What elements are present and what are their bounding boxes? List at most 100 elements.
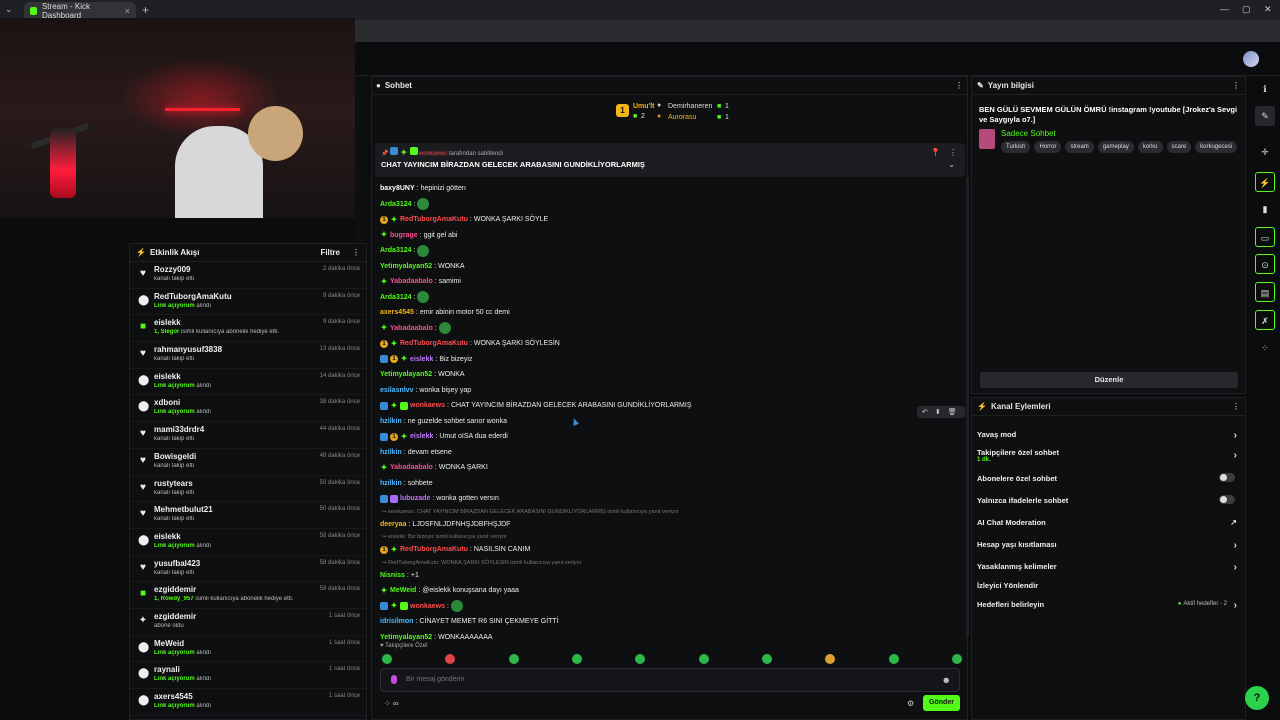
chat-username[interactable]: lubuzade [400,495,430,502]
stream-tag[interactable]: scare [1166,141,1192,153]
activity-item[interactable]: ⬤ xdboni Link açıyorum alındı 38 dakika önc… [130,395,366,423]
stream-tag[interactable]: korkugecesi [1195,141,1238,153]
maximize-icon[interactable]: ▢ [1242,4,1251,15]
activity-item[interactable]: ♥ mami33drdr4 kanalı takip etti 44 dakika ö… [130,422,366,449]
ai-moderation-row[interactable]: AI Chat Moderation ↗ [977,518,1239,527]
chat-username[interactable]: Arda3124 [380,294,412,301]
close-window-icon[interactable]: ✕ [1264,4,1272,15]
unpin-icon[interactable]: 📍 [931,148,941,157]
emote-button[interactable] [825,654,836,664]
activity-item[interactable]: ⬤ MeWeid Link açıyorum alındı 1 saat önce [130,636,366,663]
emote-button[interactable] [445,654,456,664]
chat-username[interactable]: hzilkin [380,418,402,425]
stream-tag[interactable]: korku [1137,141,1163,153]
emote-button[interactable] [382,654,392,664]
stream-tag[interactable]: Horror [1034,141,1062,153]
chat-message[interactable]: ✦ Yabadaabalo: samimi [380,274,962,290]
chat-message[interactable]: Yetimyalayan52: WONKA [380,259,962,275]
age-limit-row[interactable]: Hesap yaşı kısıtlaması › [977,540,1239,551]
chat-username[interactable]: Arda3124 [380,247,412,254]
reply-context[interactable]: ↪ eislekk: Biz bizeyiz isimli kullanıcıy… [380,532,962,542]
activity-item[interactable]: ✦ ezgiddemir abone oldu 1 saat önce [130,609,366,636]
stream-tag[interactable]: Turkish [1001,141,1031,153]
broadcast-icon[interactable]: ⊙ [1255,254,1275,274]
emote-button[interactable] [508,654,519,664]
send-button[interactable]: Gönder [923,695,960,711]
pencil-icon[interactable]: ✎ [1255,106,1275,126]
chat-username[interactable]: Yabadaabalo [390,325,433,332]
emoji-picker-icon[interactable]: ☻ [942,675,951,685]
emote-button[interactable] [761,654,772,664]
info-icon[interactable]: ℹ [1255,79,1275,99]
activity-item[interactable]: ⬤ eislekk Link açıyorum alındı 58 dakika ön… [130,529,366,556]
more-icon[interactable]: ⋮ [949,148,957,157]
chat-options-icon[interactable]: ⋮ [955,81,963,90]
gift-leaderboard[interactable]: 1 Umu'lt ■ 2 ● Demirhaneren ■ 1 ● Aurora… [614,101,734,125]
chat-message[interactable]: baxy8UNY: hepinizi götten [380,181,962,197]
chat-username[interactable]: wonkaews [410,402,445,409]
microphone-icon[interactable] [391,675,397,684]
slow-mode-row[interactable]: Yavaş mod › [977,430,1239,441]
chat-input[interactable]: Bir mesaj gönderin ☻ [380,668,960,692]
chat-username[interactable]: Yabadaabalo [390,278,433,285]
lightning-icon[interactable]: ⚡ [1255,172,1275,192]
minimize-icon[interactable]: — [1220,4,1229,14]
chat-username[interactable]: baxy8UNY [380,185,415,192]
chat-username[interactable]: axers4545 [380,309,414,316]
stream-video-preview[interactable] [0,18,355,218]
chevron-down-icon[interactable]: ⌄ [948,160,955,169]
chat-message[interactable]: ✦ bugrage: ggit gel abi [380,228,962,244]
emote-button[interactable] [951,654,962,664]
chat-username[interactable]: eislekk [410,356,433,363]
chat-username[interactable]: Yetimyalayan52 [380,634,432,641]
channel-actions-options-icon[interactable]: ⋮ [1232,402,1240,411]
chat-message[interactable]: hzilkin: ne guzelde sohbet sarıor wonka [380,414,962,430]
help-button[interactable]: ? [1245,686,1269,710]
chat-username[interactable]: wonkaews [410,603,445,610]
activity-item[interactable]: ♥ rustytears kanalı takip etti 50 dakika ön… [130,476,366,503]
document-icon[interactable]: ▮ [1255,199,1275,219]
chat-message[interactable]: 1 ✦ eislekk: Biz bizeyiz [380,352,962,368]
stream-info-options-icon[interactable]: ⋮ [1232,81,1240,90]
chat-scrollbar[interactable] [966,177,969,637]
chat-message[interactable]: Yetimyalayan52: WONKA [380,367,962,383]
filter-button[interactable]: Filtre [320,248,340,257]
chat-message[interactable]: 1 ✦ eislekk: Umut oISA dua ederdi [380,429,962,445]
activity-item[interactable]: ♥ Mehmetbulut21 kanalı takip etti 50 dakika… [130,502,366,529]
stream-tag[interactable]: gameplay [1097,141,1134,153]
activity-item[interactable]: ■ ezgiddemir 1, Rowdy_957 isimli kullanıcı… [130,582,366,609]
chat-message[interactable]: deeryaa: LJDSFNLJDFNHŞJDBFHŞJDF [380,517,962,533]
stream-category[interactable]: Sadece Sohbet [1001,129,1056,138]
chat-message[interactable]: Arda3124: [380,243,962,259]
chat-username[interactable]: Yetimyalayan52 [380,263,432,270]
chat-username[interactable]: Arda3124 [380,201,412,208]
crosshair-icon[interactable]: ✛ [1255,142,1275,162]
chat-message[interactable]: 1 ✦ RedTuborgAmaKutu: NASILSIN CANIM [380,542,962,558]
chat-username[interactable]: Yabadaabalo [390,464,433,471]
layout-icon[interactable]: ▤ [1255,282,1275,302]
chat-message[interactable]: hzilkin: sohbete [380,476,962,492]
delete-icon[interactable]: 🗑 [948,408,957,416]
activity-item[interactable]: ⬤ eislekk Link açıyorum alındı 14 dakika ön… [130,369,366,396]
chat-message[interactable]: idrisilmon: CİNAYET MEMET R6 SINI ÇEKMEYE… [380,614,962,630]
chat-username[interactable]: hzilkin [380,480,402,487]
chat-message[interactable]: ✦ wonkaews: [380,599,962,615]
set-goals-row[interactable]: Hedefleri belirleyin Aktif hedefler - 2 … [977,600,1239,611]
activity-item[interactable]: ⬤ axers4545 Link açıyorum alındı 1 saat önc… [130,689,366,716]
reply-context[interactable]: ↪ wonkaews: CHAT YAYINCIM BİRAZDAN GELEC… [380,507,962,517]
chat-message[interactable]: Arda3124: [380,197,962,213]
new-tab-button[interactable]: + [142,3,149,17]
emote-button[interactable] [635,654,646,664]
chat-username[interactable]: hzilkin [380,449,402,456]
tab-close-icon[interactable]: × [125,6,130,16]
activity-item[interactable]: ■ eislekk 1, Slegor isimli kullanıcıya abo… [130,315,366,343]
chat-points-indicator[interactable]: ⁘ ∞ [384,699,399,708]
tab-search-icon[interactable]: ⌄ [5,4,13,15]
chat-username[interactable]: deeryaa [380,521,406,528]
chat-username[interactable]: RedTuborgAmaKutu [400,546,468,553]
emote-button[interactable] [571,654,582,664]
activity-item[interactable]: ⬤ RedTuborgAmaKutu Link açıyorum alındı 9 d… [130,289,366,316]
chat-message[interactable]: ✦ wonkaews: CHAT YAYINCIM BİRAZDAN GELECEK… [380,398,962,414]
edit-button[interactable]: Düzenle [980,372,1238,388]
emote-button[interactable] [888,654,899,664]
